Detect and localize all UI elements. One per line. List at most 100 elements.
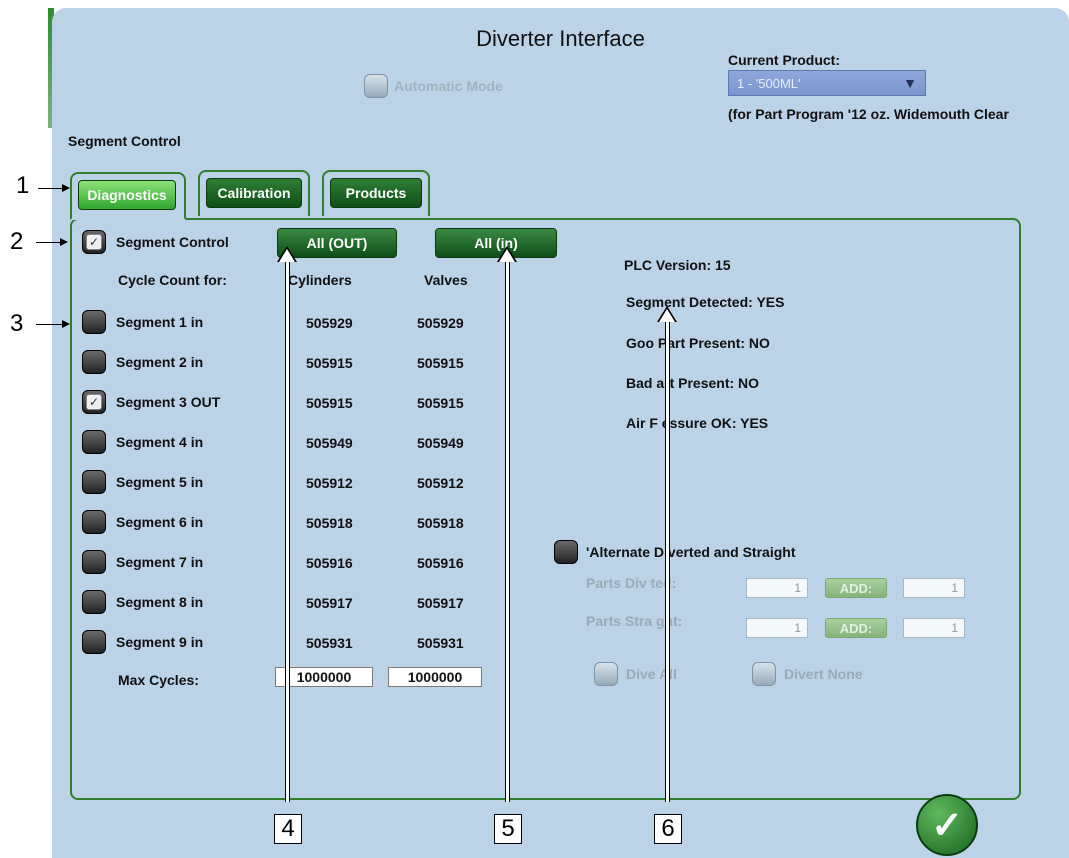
annotation-6-arrow bbox=[657, 306, 677, 802]
segment-row-7[interactable]: Segment 7 in bbox=[82, 550, 203, 574]
part-program-note: (for Part Program '12 oz. Widemouth Clea… bbox=[728, 106, 1009, 122]
alternate-label: 'Alternate Diverted and Straight bbox=[586, 544, 796, 560]
bad-part-status: Bad art Present: NO bbox=[626, 375, 760, 391]
valves-column-header: Valves bbox=[424, 272, 468, 288]
segment-5-label: Segment 5 in bbox=[116, 474, 204, 490]
tab-diagnostics[interactable]: Diagnostics bbox=[70, 172, 186, 220]
annotation-2-arrow bbox=[36, 238, 68, 246]
cylinders-column-header: Cylinders bbox=[288, 272, 352, 288]
automatic-mode-toggle[interactable]: Automatic Mode bbox=[364, 74, 503, 98]
segment-3-label: Segment 3 OUT bbox=[116, 394, 221, 410]
parts-diverted-add-button[interactable]: ADD: bbox=[825, 578, 887, 598]
current-product-label: Current Product: bbox=[728, 52, 840, 68]
segment-row-8[interactable]: Segment 8 in bbox=[82, 590, 203, 614]
segment-9-cylinders: 505931 bbox=[306, 635, 353, 651]
segment-7-checkbox[interactable] bbox=[82, 550, 106, 574]
segment-8-label: Segment 8 in bbox=[116, 594, 204, 610]
segment-2-valves: 505915 bbox=[417, 355, 464, 371]
segment-4-cylinders: 505949 bbox=[306, 435, 353, 451]
segment-1-valves: 505929 bbox=[417, 315, 464, 331]
segment-3-cylinders: 505915 bbox=[306, 395, 353, 411]
cycle-count-label: Cycle Count for: bbox=[118, 272, 227, 288]
annotation-5-arrow bbox=[497, 246, 517, 802]
parts-diverted-input[interactable]: 1 bbox=[746, 578, 808, 598]
segment-1-cylinders: 505929 bbox=[306, 315, 353, 331]
air-pressure-status: Air F essure OK: YES bbox=[626, 415, 769, 431]
segment-5-cylinders: 505912 bbox=[306, 475, 353, 491]
segment-row-2[interactable]: Segment 2 in bbox=[82, 350, 203, 374]
segment-3-checkbox[interactable]: ✓ bbox=[82, 390, 106, 414]
segment-1-checkbox[interactable] bbox=[82, 310, 106, 334]
tab-calibration[interactable]: Calibration bbox=[198, 170, 310, 216]
segment-control-row[interactable]: ✓ Segment Control bbox=[82, 230, 229, 254]
annotation-6: 6 bbox=[654, 814, 682, 844]
current-product-value: 1 - '500ML' bbox=[737, 75, 801, 91]
current-product-select[interactable]: 1 - '500ML' ▼ bbox=[728, 70, 926, 96]
segment-6-label: Segment 6 in bbox=[116, 514, 204, 530]
divert-none-option[interactable]: Divert None bbox=[752, 662, 863, 686]
tab-calibration-label: Calibration bbox=[206, 178, 302, 208]
section-title: Segment Control bbox=[68, 133, 181, 149]
max-cycles-label: Max Cycles: bbox=[118, 672, 199, 688]
automatic-mode-checkbox[interactable] bbox=[364, 74, 388, 98]
segment-9-checkbox[interactable] bbox=[82, 630, 106, 654]
annotation-5: 5 bbox=[494, 814, 522, 844]
segment-4-label: Segment 4 in bbox=[116, 434, 204, 450]
divert-none-label: Divert None bbox=[784, 666, 863, 682]
segment-control-checkbox[interactable]: ✓ bbox=[82, 230, 106, 254]
segment-7-label: Segment 7 in bbox=[116, 554, 204, 570]
annotation-4-arrow bbox=[277, 246, 297, 802]
segment-8-valves: 505917 bbox=[417, 595, 464, 611]
segment-6-cylinders: 505918 bbox=[306, 515, 353, 531]
segment-row-9[interactable]: Segment 9 in bbox=[82, 630, 203, 654]
checkmark-icon: ✓ bbox=[931, 804, 963, 847]
tab-diagnostics-label: Diagnostics bbox=[78, 180, 176, 210]
annotation-2: 2 bbox=[10, 228, 24, 255]
segment-2-cylinders: 505915 bbox=[306, 355, 353, 371]
tab-products[interactable]: Products bbox=[322, 170, 430, 216]
check-mark-icon: ✓ bbox=[86, 394, 102, 410]
automatic-mode-label: Automatic Mode bbox=[394, 78, 503, 94]
segment-5-valves: 505912 bbox=[417, 475, 464, 491]
diverter-interface-window: Diverter Interface Automatic Mode Curren… bbox=[52, 8, 1069, 858]
segment-2-label: Segment 2 in bbox=[116, 354, 204, 370]
max-cycles-valves-input[interactable]: 1000000 bbox=[388, 667, 482, 687]
good-part-status: Goo Part Present: NO bbox=[626, 335, 770, 351]
segment-8-checkbox[interactable] bbox=[82, 590, 106, 614]
segment-9-label: Segment 9 in bbox=[116, 634, 204, 650]
segment-5-checkbox[interactable] bbox=[82, 470, 106, 494]
segment-row-6[interactable]: Segment 6 in bbox=[82, 510, 203, 534]
all-in-button[interactable]: All (in) bbox=[435, 228, 557, 258]
segment-3-valves: 505915 bbox=[417, 395, 464, 411]
parts-straight-input[interactable]: 1 bbox=[746, 618, 808, 638]
segment-row-3[interactable]: ✓ Segment 3 OUT bbox=[82, 390, 220, 414]
annotation-1: 1 bbox=[16, 172, 30, 199]
segment-detected-status: Segment Detected: YES bbox=[626, 294, 785, 310]
segment-row-4[interactable]: Segment 4 in bbox=[82, 430, 203, 454]
annotation-3: 3 bbox=[10, 310, 24, 337]
segment-row-5[interactable]: Segment 5 in bbox=[82, 470, 203, 494]
parts-straight-add-button[interactable]: ADD: bbox=[825, 618, 887, 638]
parts-diverted-add-input[interactable]: 1 bbox=[903, 578, 965, 598]
parts-straight-add-input[interactable]: 1 bbox=[903, 618, 965, 638]
ok-button[interactable]: ✓ bbox=[916, 794, 978, 856]
segment-4-checkbox[interactable] bbox=[82, 430, 106, 454]
diagnostics-panel bbox=[70, 218, 1021, 800]
segment-7-cylinders: 505916 bbox=[306, 555, 353, 571]
alternate-toggle[interactable]: 'Alternate Diverted and Straight bbox=[554, 540, 795, 564]
divert-none-checkbox[interactable] bbox=[752, 662, 776, 686]
annotation-1-arrow bbox=[38, 184, 70, 192]
divert-all-checkbox[interactable] bbox=[594, 662, 618, 686]
segment-1-label: Segment 1 in bbox=[116, 314, 204, 330]
segment-row-1[interactable]: Segment 1 in bbox=[82, 310, 203, 334]
parts-diverted-label: Parts Div ted: bbox=[586, 575, 677, 591]
dropdown-arrow-icon: ▼ bbox=[903, 75, 917, 91]
annotation-4: 4 bbox=[274, 814, 302, 844]
segment-4-valves: 505949 bbox=[417, 435, 464, 451]
segment-2-checkbox[interactable] bbox=[82, 350, 106, 374]
tab-products-label: Products bbox=[330, 178, 422, 208]
alternate-checkbox[interactable] bbox=[554, 540, 578, 564]
segment-6-checkbox[interactable] bbox=[82, 510, 106, 534]
segment-6-valves: 505918 bbox=[417, 515, 464, 531]
segment-9-valves: 505931 bbox=[417, 635, 464, 651]
